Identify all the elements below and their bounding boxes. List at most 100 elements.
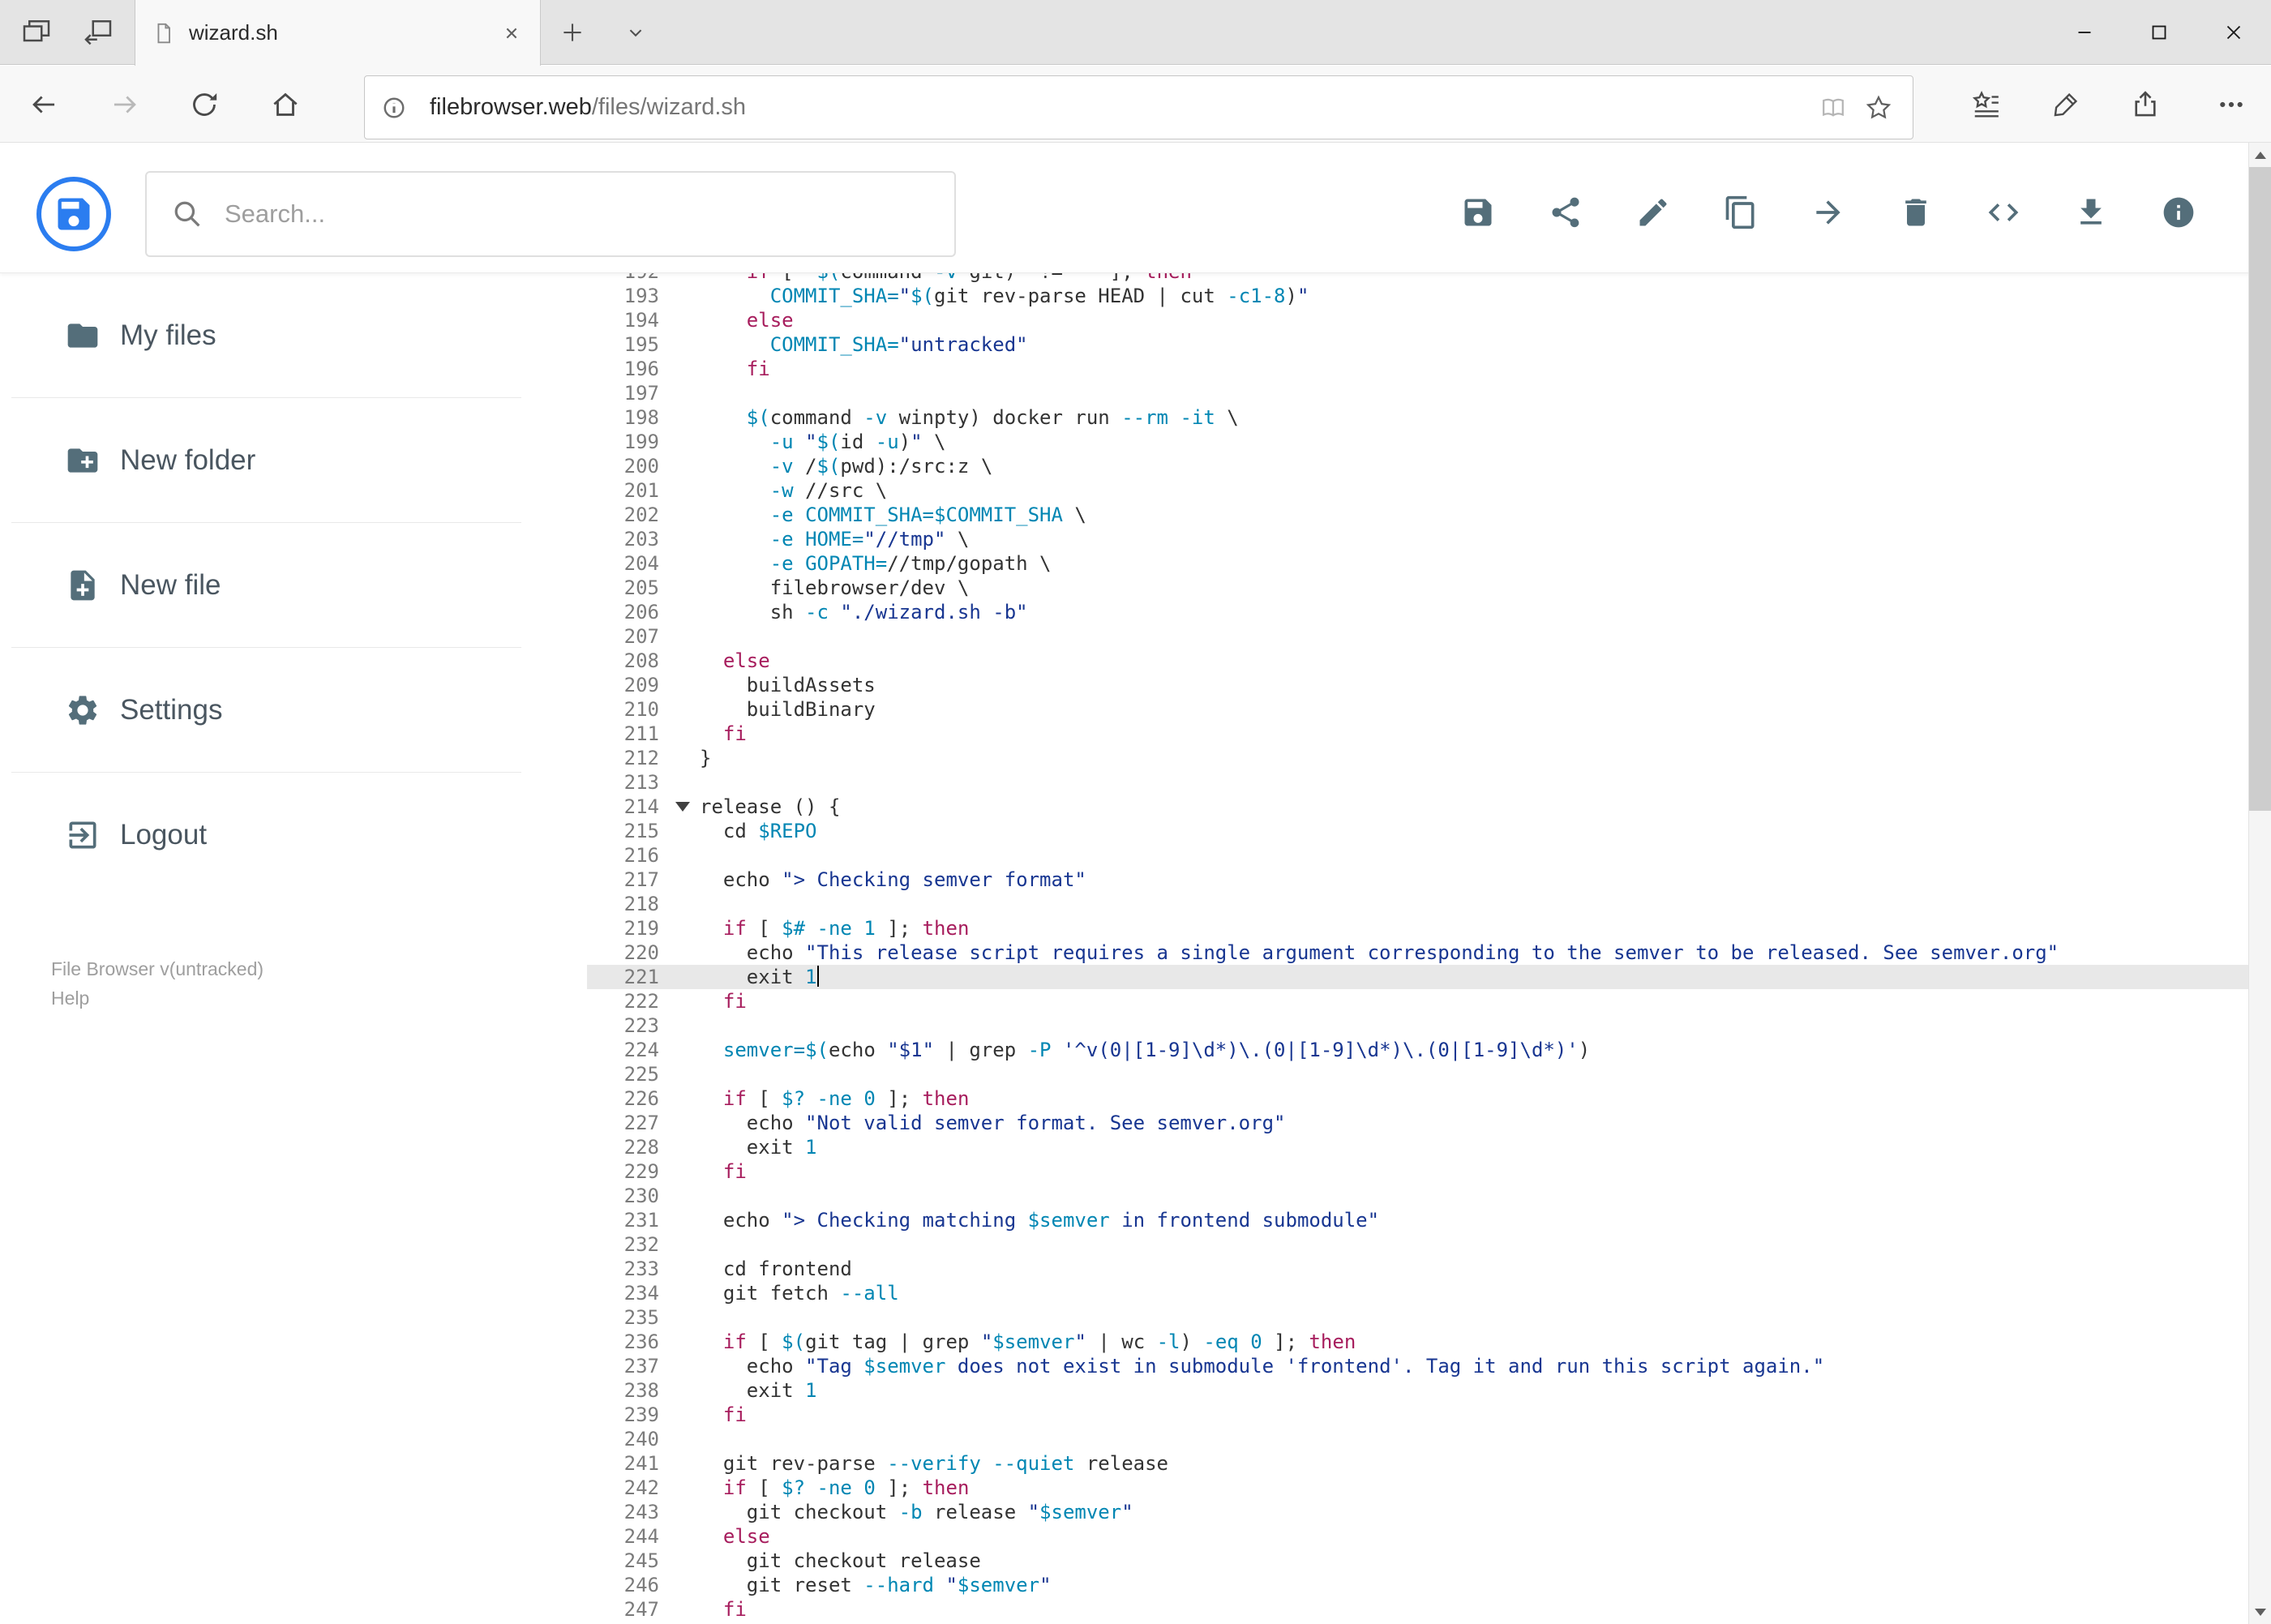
line-number[interactable]: 221: [587, 965, 700, 989]
line-number[interactable]: 231: [587, 1208, 700, 1232]
code-line[interactable]: 214 release () {: [587, 795, 2248, 819]
code-line[interactable]: 203 -e HOME="//tmp" \: [587, 527, 2248, 551]
code-line[interactable]: 213: [587, 770, 2248, 795]
line-number[interactable]: 237: [587, 1354, 700, 1378]
home-icon[interactable]: [263, 82, 308, 127]
forward-icon[interactable]: [102, 82, 148, 127]
code-line[interactable]: 217 echo "> Checking semver format": [587, 868, 2248, 892]
web-note-pen-icon[interactable]: [2043, 82, 2089, 127]
new-tab-button[interactable]: [553, 13, 592, 52]
code-line-active[interactable]: 221 exit 1: [587, 965, 2248, 989]
line-number[interactable]: 196: [587, 357, 700, 381]
code-line[interactable]: 196 fi: [587, 357, 2248, 381]
code-line[interactable]: 229 fi: [587, 1159, 2248, 1184]
move-button[interactable]: [1810, 195, 1846, 230]
line-number[interactable]: 240: [587, 1427, 700, 1451]
line-number[interactable]: 204: [587, 551, 700, 576]
code-line[interactable]: 198 $(command -v winpty) docker run --rm…: [587, 405, 2248, 430]
line-number[interactable]: 192: [587, 273, 700, 284]
code-line[interactable]: 219 if [ $# -ne 1 ]; then: [587, 916, 2248, 941]
line-number[interactable]: 239: [587, 1403, 700, 1427]
line-number[interactable]: 202: [587, 503, 700, 527]
sidebar-item-new-folder[interactable]: New folder: [0, 398, 587, 522]
line-number[interactable]: 247: [587, 1597, 700, 1622]
code-line[interactable]: 243 git checkout -b release "$semver": [587, 1500, 2248, 1524]
code-line[interactable]: 237 echo "Tag $semver does not exist in …: [587, 1354, 2248, 1378]
code-line[interactable]: 235: [587, 1305, 2248, 1330]
code-line[interactable]: 246 git reset --hard "$semver": [587, 1573, 2248, 1597]
browser-tab-active[interactable]: wizard.sh: [135, 0, 541, 66]
window-maximize-button[interactable]: [2122, 0, 2196, 65]
url-text[interactable]: filebrowser.web/files/wizard.sh: [430, 94, 1810, 121]
line-number[interactable]: 220: [587, 941, 700, 965]
refresh-icon[interactable]: [182, 82, 227, 127]
line-number[interactable]: 228: [587, 1135, 700, 1159]
tabs-set-aside-icon[interactable]: [17, 13, 56, 52]
line-number[interactable]: 209: [587, 673, 700, 697]
fold-toggle-icon[interactable]: [675, 802, 690, 812]
line-number[interactable]: 199: [587, 430, 700, 454]
code-line[interactable]: 239 fi: [587, 1403, 2248, 1427]
share-page-icon[interactable]: [2123, 82, 2168, 127]
code-line[interactable]: 242 if [ $? -ne 0 ]; then: [587, 1476, 2248, 1500]
line-number[interactable]: 233: [587, 1257, 700, 1281]
save-button[interactable]: [1460, 195, 1496, 230]
code-line[interactable]: 205 filebrowser/dev \: [587, 576, 2248, 600]
code-line[interactable]: 209 buildAssets: [587, 673, 2248, 697]
sidebar-item-new-file[interactable]: New file: [0, 523, 587, 647]
sidebar-item-logout[interactable]: Logout: [0, 773, 587, 897]
code-line[interactable]: 208 else: [587, 649, 2248, 673]
line-number[interactable]: 213: [587, 770, 700, 795]
code-line[interactable]: 206 sh -c "./wizard.sh -b": [587, 600, 2248, 624]
code-line[interactable]: 216: [587, 843, 2248, 868]
code-line[interactable]: 223: [587, 1013, 2248, 1038]
line-number[interactable]: 205: [587, 576, 700, 600]
line-number[interactable]: 234: [587, 1281, 700, 1305]
line-number[interactable]: 224: [587, 1038, 700, 1062]
line-number[interactable]: 206: [587, 600, 700, 624]
code-line[interactable]: 238 exit 1: [587, 1378, 2248, 1403]
edit-button[interactable]: [1635, 195, 1671, 230]
line-number[interactable]: 215: [587, 819, 700, 843]
code-line[interactable]: 212}: [587, 746, 2248, 770]
line-number[interactable]: 201: [587, 478, 700, 503]
line-number[interactable]: 236: [587, 1330, 700, 1354]
line-number[interactable]: 214: [587, 795, 700, 819]
line-number[interactable]: 193: [587, 284, 700, 308]
code-line[interactable]: 231 echo "> Checking matching $semver in…: [587, 1208, 2248, 1232]
code-line[interactable]: 244 else: [587, 1524, 2248, 1549]
line-number[interactable]: 226: [587, 1086, 700, 1111]
line-number[interactable]: 245: [587, 1549, 700, 1573]
filebrowser-logo[interactable]: [36, 177, 111, 251]
code-line[interactable]: 225: [587, 1062, 2248, 1086]
line-number[interactable]: 219: [587, 916, 700, 941]
reading-view-icon[interactable]: [1810, 85, 1856, 131]
code-line[interactable]: 207: [587, 624, 2248, 649]
share-button[interactable]: [1548, 195, 1583, 230]
code-line[interactable]: 247 fi: [587, 1597, 2248, 1622]
line-number[interactable]: 218: [587, 892, 700, 916]
line-number[interactable]: 203: [587, 527, 700, 551]
line-number[interactable]: 238: [587, 1378, 700, 1403]
code-line[interactable]: 222 fi: [587, 989, 2248, 1013]
code-line[interactable]: 227 echo "Not valid semver format. See s…: [587, 1111, 2248, 1135]
search-input[interactable]: [225, 199, 873, 229]
site-info-icon[interactable]: [379, 93, 409, 122]
line-number[interactable]: 210: [587, 697, 700, 722]
code-line[interactable]: 195 COMMIT_SHA="untracked": [587, 332, 2248, 357]
code-line[interactable]: 193 COMMIT_SHA="$(git rev-parse HEAD | c…: [587, 284, 2248, 308]
code-line[interactable]: 211 fi: [587, 722, 2248, 746]
line-number[interactable]: 243: [587, 1500, 700, 1524]
scrollbar-down-arrow[interactable]: [2249, 1600, 2271, 1624]
code-line[interactable]: 197: [587, 381, 2248, 405]
scrollbar-up-arrow[interactable]: [2249, 143, 2271, 167]
code-line[interactable]: 199 -u "$(id -u)" \: [587, 430, 2248, 454]
page-scrollbar[interactable]: [2248, 143, 2271, 1624]
line-number[interactable]: 197: [587, 381, 700, 405]
line-number[interactable]: 198: [587, 405, 700, 430]
code-line[interactable]: 202 -e COMMIT_SHA=$COMMIT_SHA \: [587, 503, 2248, 527]
line-number[interactable]: 244: [587, 1524, 700, 1549]
line-number[interactable]: 230: [587, 1184, 700, 1208]
line-number[interactable]: 222: [587, 989, 700, 1013]
code-line[interactable]: 236 if [ $(git tag | grep "$semver" | wc…: [587, 1330, 2248, 1354]
